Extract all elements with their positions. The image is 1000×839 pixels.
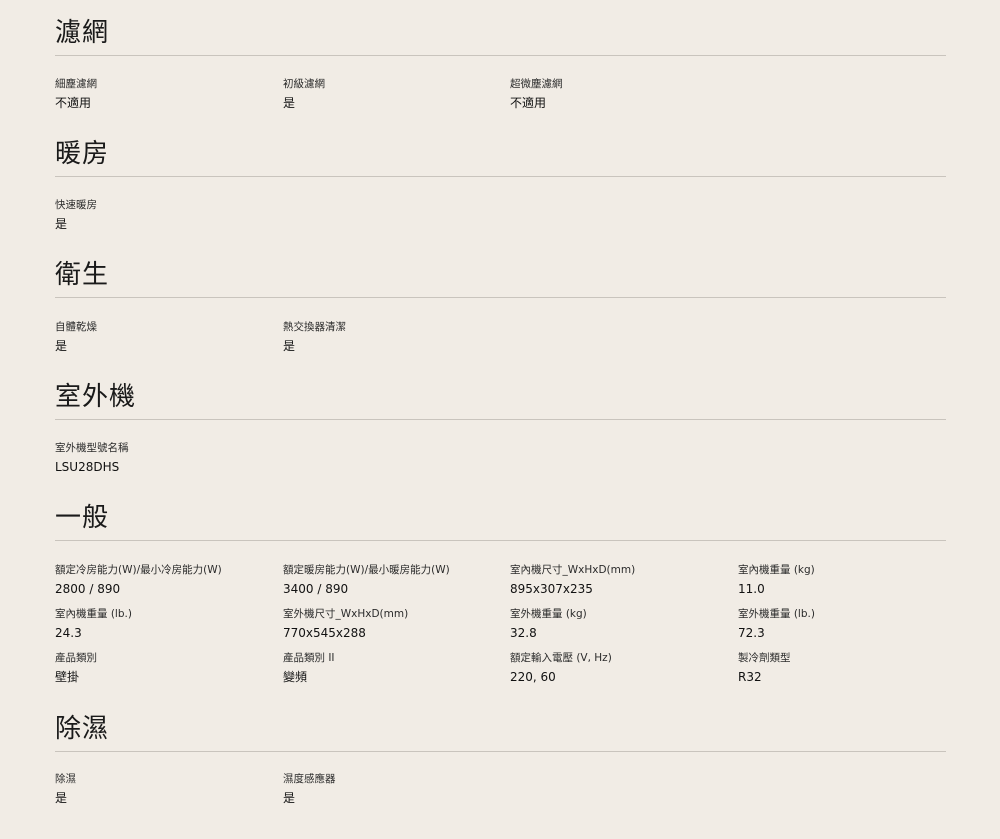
spec-label: 室外機型號名稱 xyxy=(55,442,129,454)
spec-value: 32.8 xyxy=(510,626,537,640)
section-divider xyxy=(55,297,946,298)
spec-item: 室外機重量 (kg) 32.8 xyxy=(510,607,735,641)
section-title: 衛生 xyxy=(55,260,110,290)
spec-value: 是 xyxy=(283,96,296,110)
spec-label: 室內機重量 (kg) xyxy=(738,564,815,576)
spec-label: 除濕 xyxy=(55,773,76,785)
spec-item: 濕度感應器 是 xyxy=(283,772,508,806)
spec-label: 室內機尺寸_WxHxD(mm) xyxy=(510,564,636,576)
spec-item: 額定暖房能力(W)/最小暖房能力(W) 3400 / 890 xyxy=(283,563,508,597)
spec-item: 超微塵濾網 不適用 xyxy=(510,77,735,111)
spec-value: 是 xyxy=(283,339,296,353)
spec-label: 製冷劑類型 xyxy=(738,652,791,664)
spec-label: 額定輸入電壓 (V, Hz) xyxy=(510,652,612,664)
spec-item: 初級濾網 是 xyxy=(283,77,508,111)
spec-label: 自體乾燥 xyxy=(55,321,97,333)
section-divider xyxy=(55,176,946,177)
spec-value: 2800 / 890 xyxy=(55,582,121,596)
spec-label: 室內機重量 (lb.) xyxy=(55,608,132,620)
spec-value: 220, 60 xyxy=(510,670,556,684)
spec-value: 是 xyxy=(55,791,68,805)
spec-item: 製冷劑類型 R32 xyxy=(738,651,963,685)
spec-item: 室內機重量 (lb.) 24.3 xyxy=(55,607,280,641)
spec-value: 24.3 xyxy=(55,626,82,640)
spec-item: 室外機尺寸_WxHxD(mm) 770x545x288 xyxy=(283,607,508,641)
section-title: 一般 xyxy=(55,503,110,533)
spec-item: 自體乾燥 是 xyxy=(55,320,280,354)
spec-label: 額定暖房能力(W)/最小暖房能力(W) xyxy=(283,564,450,576)
spec-label: 濕度感應器 xyxy=(283,773,336,785)
spec-item: 產品類別 壁掛 xyxy=(55,651,280,685)
spec-value: 11.0 xyxy=(738,582,765,596)
spec-label: 超微塵濾網 xyxy=(510,78,563,90)
spec-item: 除濕 是 xyxy=(55,772,280,806)
spec-item: 細塵濾網 不適用 xyxy=(55,77,280,111)
spec-item: 產品類別 II 變頻 xyxy=(283,651,508,685)
spec-label: 室外機重量 (kg) xyxy=(510,608,587,620)
section-divider xyxy=(55,751,946,752)
section-title: 室外機 xyxy=(55,382,137,412)
section-title: 暖房 xyxy=(55,139,110,169)
spec-value: 72.3 xyxy=(738,626,765,640)
spec-item: 室內機尺寸_WxHxD(mm) 895x307x235 xyxy=(510,563,735,597)
spec-item: 室內機重量 (kg) 11.0 xyxy=(738,563,963,597)
spec-label: 快速暖房 xyxy=(55,199,97,211)
spec-label: 產品類別 xyxy=(55,652,97,664)
spec-label: 初級濾網 xyxy=(283,78,325,90)
spec-item: 額定冷房能力(W)/最小冷房能力(W) 2800 / 890 xyxy=(55,563,280,597)
spec-value: 不適用 xyxy=(510,96,547,110)
section-divider xyxy=(55,419,946,420)
spec-item: 額定輸入電壓 (V, Hz) 220, 60 xyxy=(510,651,735,685)
section-title: 除濕 xyxy=(55,714,110,744)
spec-value: 895x307x235 xyxy=(510,582,593,596)
section-title: 濾網 xyxy=(55,18,110,48)
spec-item: 室外機型號名稱 LSU28DHS xyxy=(55,441,280,475)
spec-value: LSU28DHS xyxy=(55,460,120,474)
spec-value: 是 xyxy=(55,217,68,231)
spec-label: 細塵濾網 xyxy=(55,78,97,90)
spec-label: 產品類別 II xyxy=(283,652,335,664)
spec-value: 是 xyxy=(283,791,296,805)
spec-label: 室外機重量 (lb.) xyxy=(738,608,815,620)
spec-value: 不適用 xyxy=(55,96,92,110)
spec-label: 額定冷房能力(W)/最小冷房能力(W) xyxy=(55,564,222,576)
spec-value: R32 xyxy=(738,670,762,684)
spec-item: 熱交換器清潔 是 xyxy=(283,320,508,354)
spec-value: 變頻 xyxy=(283,670,308,684)
section-divider xyxy=(55,55,946,56)
spec-item: 室外機重量 (lb.) 72.3 xyxy=(738,607,963,641)
spec-item: 快速暖房 是 xyxy=(55,198,280,232)
spec-value: 壁掛 xyxy=(55,670,80,684)
spec-label: 室外機尺寸_WxHxD(mm) xyxy=(283,608,409,620)
spec-value: 是 xyxy=(55,339,68,353)
section-divider xyxy=(55,540,946,541)
spec-label: 熱交換器清潔 xyxy=(283,321,346,333)
spec-value: 3400 / 890 xyxy=(283,582,349,596)
spec-value: 770x545x288 xyxy=(283,626,366,640)
